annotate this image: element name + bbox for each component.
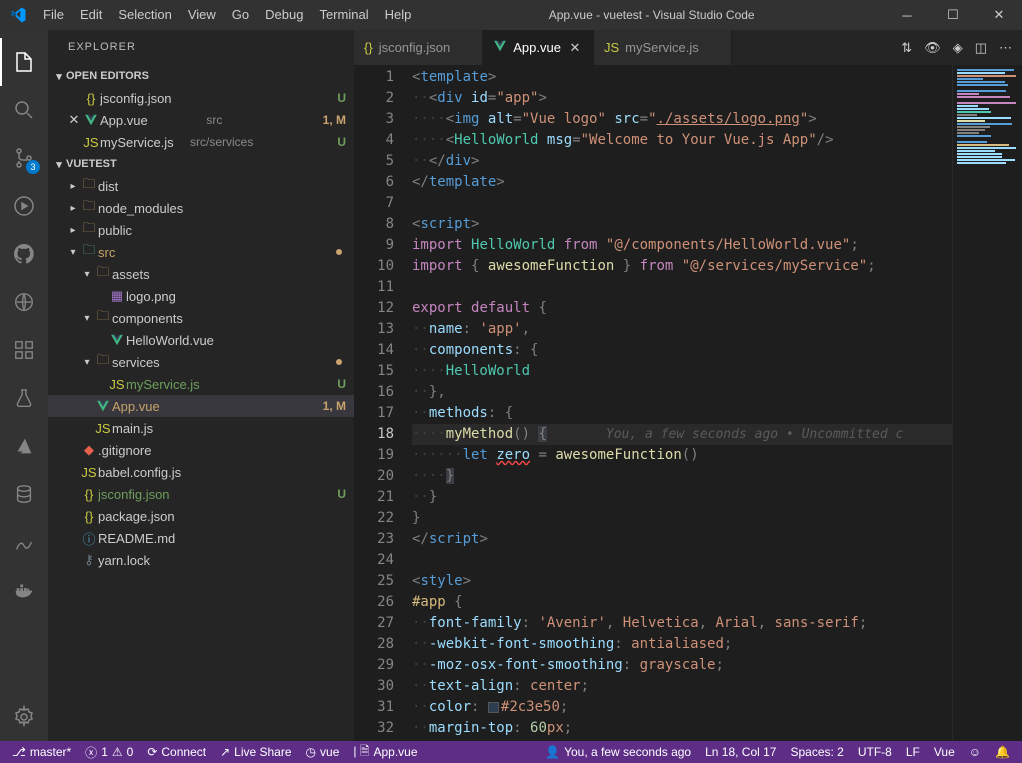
menu-bar: FileEditSelectionViewGoDebugTerminalHelp [35,0,419,30]
minimap[interactable] [952,65,1022,741]
scm-badge: 3 [26,160,40,174]
more-icon[interactable]: ⋯ [999,40,1012,56]
menu-debug[interactable]: Debug [257,0,311,30]
titlebar: FileEditSelectionViewGoDebugTerminalHelp… [0,0,1022,30]
status-file[interactable]: | 🗎 App.vue [349,742,421,763]
extension-icon-1[interactable] [0,278,48,326]
open-editor-item[interactable]: ✕App.vuesrc1, M [48,109,354,131]
status-connect[interactable]: ⟳ Connect [143,745,210,759]
tree-item[interactable]: {}package.json [48,505,354,527]
code-editor[interactable]: 1234567891011121314151617181920212223242… [354,65,1022,741]
status-language[interactable]: Vue [930,745,959,759]
tree-item[interactable]: HelloWorld.vue [48,329,354,351]
sidebar-title: EXPLORER [48,30,354,65]
debug-icon[interactable] [0,182,48,230]
maximize-button[interactable]: ☐ [930,0,976,30]
extension-icon-2[interactable] [0,518,48,566]
status-encoding[interactable]: UTF-8 [854,745,896,759]
split-icon[interactable]: ◫ [975,40,987,56]
editor-tab[interactable]: JSmyService.js [594,30,732,65]
menu-terminal[interactable]: Terminal [311,0,376,30]
close-button[interactable]: ✕ [976,0,1022,30]
menu-file[interactable]: File [35,0,72,30]
editor-tab[interactable]: App.vue✕ [483,30,594,65]
status-bell-icon[interactable]: 🔔 [991,745,1014,759]
editor-area: {}jsconfig.jsonApp.vue✕JSmyService.js ⇅ 👁 ◈… [354,30,1022,741]
tree-item[interactable]: {}jsconfig.jsonU [48,483,354,505]
database-icon[interactable] [0,470,48,518]
open-editor-item[interactable]: JSmyService.jssrc/servicesU [48,131,354,153]
tree-item[interactable]: ▾🗀components [48,307,354,329]
line-number-gutter[interactable]: 1234567891011121314151617181920212223242… [354,65,412,741]
menu-edit[interactable]: Edit [72,0,110,30]
editor-tabs: {}jsconfig.jsonApp.vue✕JSmyService.js ⇅ 👁 ◈… [354,30,1022,65]
open-editors-header[interactable]: ▾OPEN EDITORS [48,65,354,87]
status-indent[interactable]: Spaces: 2 [786,745,847,759]
search-icon[interactable] [0,86,48,134]
window-controls: ─ ☐ ✕ [884,0,1022,30]
tree-item[interactable]: ◆.gitignore [48,439,354,461]
code-content[interactable]: <template>··<div id="app">····<img alt="… [412,65,952,741]
source-control-icon[interactable]: 3 [0,134,48,182]
menu-view[interactable]: View [180,0,224,30]
window-title: App.vue - vuetest - Visual Studio Code [419,8,884,22]
status-blame[interactable]: 👤 You, a few seconds ago [541,745,695,759]
reveal-icon[interactable]: 👁 [924,40,941,56]
menu-help[interactable]: Help [377,0,420,30]
status-cursor[interactable]: Ln 18, Col 17 [701,745,780,759]
extensions-icon[interactable] [0,326,48,374]
tree-item[interactable]: ⚷yarn.lock [48,549,354,571]
tree-item[interactable]: ▸🗀node_modules [48,197,354,219]
status-branch[interactable]: ⎇ master* [8,745,75,759]
azure-icon[interactable] [0,422,48,470]
compare-icon[interactable]: ⇅ [901,40,912,56]
minimize-button[interactable]: ─ [884,0,930,30]
status-bar: ⎇ master* ⓧ 1 ⚠ 0 ⟳ Connect ↗ Live Share… [0,741,1022,763]
docker-icon[interactable] [0,566,48,614]
explorer-sidebar: EXPLORER ▾OPEN EDITORS {}jsconfig.jsonU✕… [48,30,354,741]
tree-item[interactable]: ▸🗀public [48,219,354,241]
github-icon[interactable] [0,230,48,278]
diff-icon[interactable]: ◈ [953,40,963,56]
tree-item[interactable]: ▾🗀src [48,241,354,263]
close-icon[interactable]: ✕ [567,40,583,56]
tree-item[interactable]: JSmyService.jsU [48,373,354,395]
settings-icon[interactable] [0,693,48,741]
tree-item[interactable]: ⓘREADME.md [48,527,354,549]
project-header[interactable]: ▾VUETEST [48,153,354,175]
status-feedback-icon[interactable]: ☺ [965,745,985,759]
test-icon[interactable] [0,374,48,422]
open-editor-item[interactable]: {}jsconfig.jsonU [48,87,354,109]
status-liveshare[interactable]: ↗ Live Share [216,745,295,759]
menu-selection[interactable]: Selection [110,0,179,30]
vscode-icon [0,6,35,24]
status-problems[interactable]: ⓧ 1 ⚠ 0 [81,744,137,761]
tree-item[interactable]: ▾🗀assets [48,263,354,285]
editor-tab[interactable]: {}jsconfig.json [354,30,483,65]
tree-item[interactable]: JSbabel.config.js [48,461,354,483]
tree-item[interactable]: ▦logo.png [48,285,354,307]
tree-item[interactable]: ▸🗀dist [48,175,354,197]
explorer-icon[interactable] [0,38,48,86]
status-eol[interactable]: LF [902,745,924,759]
tree-item[interactable]: ▾🗀services [48,351,354,373]
activity-bar: 3 [0,30,48,741]
tree-item[interactable]: JSmain.js [48,417,354,439]
menu-go[interactable]: Go [224,0,257,30]
status-lang-server[interactable]: ◷ vue [302,745,344,759]
tree-item[interactable]: App.vue1, M [48,395,354,417]
